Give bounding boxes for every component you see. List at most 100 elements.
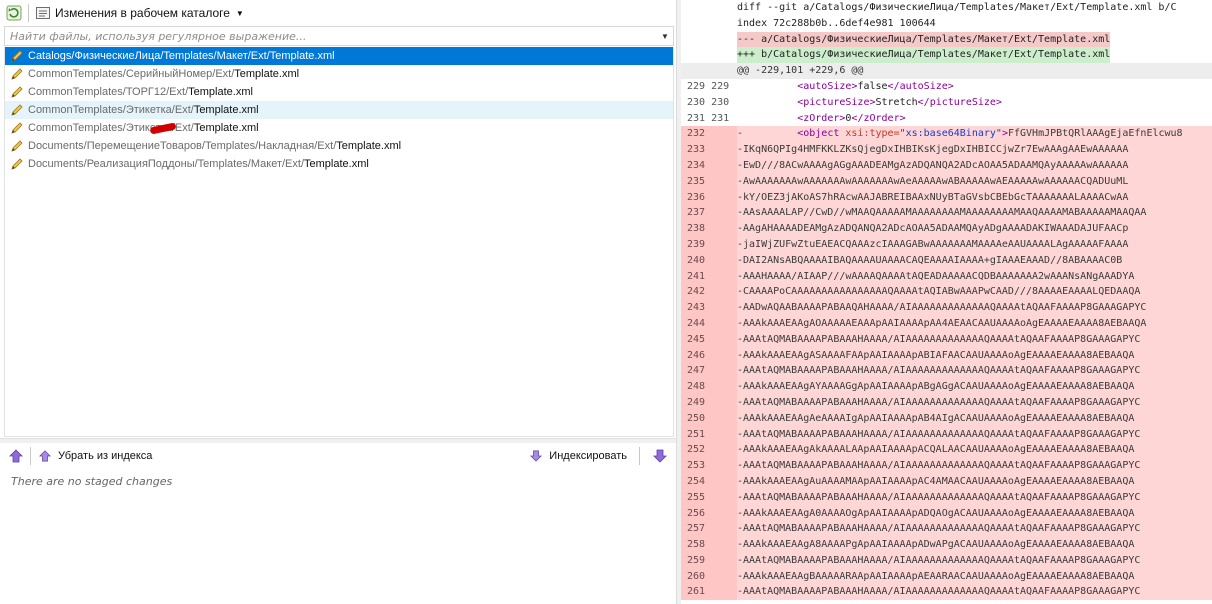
line-number: 256 — [681, 505, 737, 522]
deleted-line: 254 -AAAkAAAEAAgAuAAAAMAApAAIAAAApAC4AMAA… — [681, 473, 1212, 490]
deleted-line: 255 -AAAtAQMABAAAAPABAAAHAAAA/AIAAAAAAAAA… — [681, 489, 1212, 506]
deleted-code: -CAAAAPoCAAAAAAAAAAAAAAAAQAAAAtAQIABwAAA… — [737, 286, 1141, 298]
arrow-up-icon — [37, 448, 53, 464]
working-dir-icon — [35, 5, 51, 21]
line-number: 261 — [681, 584, 737, 601]
deleted-line: 241 -AAAHAAAA/AIAAP///wAAAAQAAAAtAQEADAAA… — [681, 268, 1212, 285]
changes-pane: Изменения в рабочем каталоге ▼ ▼ Catalog… — [0, 0, 676, 604]
filter-dropdown-icon[interactable]: ▼ — [657, 32, 673, 41]
stage-button[interactable]: Индексировать — [528, 448, 627, 464]
context-code: <zOrder>0</zOrder> — [797, 112, 906, 124]
unstage-label: Убрать из индекса — [58, 450, 153, 462]
unstage-all-icon[interactable] — [8, 448, 24, 464]
deleted-line: 251 -AAAtAQMABAAAAPABAAAHAAAA/AIAAAAAAAAA… — [681, 426, 1212, 443]
file-row[interactable]: Documents/ПеремещениеТоваров/Templates/Н… — [5, 137, 673, 155]
line-number: 233 — [681, 142, 737, 158]
deleted-line: 239 -jaIWjZUFwZtuEAEACQAAAzcIAAAGABwAAAAA… — [681, 236, 1212, 253]
stage-all-icon[interactable] — [652, 448, 668, 464]
deleted-code: -AADwAQAABAAAAPABAAQAHAAAA/AIAAAAAAAAAAA… — [737, 302, 1147, 314]
deleted-code: -AAAtAQMABAAAAPABAAAHAAAA/AIAAAAAAAAAAAA… — [737, 428, 1141, 440]
staged-file-list: There are no staged changes — [4, 470, 674, 604]
line-number: 250 — [681, 410, 737, 427]
file-name: Template.xml — [336, 140, 402, 152]
file-row[interactable]: CommonTemplates/ТОРГ12/Ext/Template.xml — [5, 83, 673, 101]
pencil-icon — [9, 138, 25, 154]
unstage-button[interactable]: Убрать из индекса — [37, 448, 152, 464]
diff-minus-file-line: --- a/Catalogs/ФизическиеЛица/Templates/… — [681, 31, 1212, 48]
toolbar-separator — [28, 4, 29, 22]
line-number: 239 — [681, 236, 737, 253]
unstaged-file-list: Catalogs/ФизическиеЛица/Templates/Макет/… — [4, 47, 674, 437]
diff-plus-file: +++ b/Catalogs/ФизическиеЛица/Templates/… — [737, 47, 1111, 64]
deleted-code: -AAAtAQMABAAAAPABAAAHAAAA/AIAAAAAAAAAAAA… — [737, 586, 1141, 598]
file-name: Template.xml — [193, 122, 259, 134]
deleted-code: -AAAtAQMABAAAAPABAAAHAAAA/AIAAAAAAAAAAAA… — [737, 460, 1141, 472]
deleted-code: -AAAkAAAEAAgAeAAAAIgApAAIAAAApAB4AIgACAA… — [737, 412, 1135, 424]
pencil-icon — [9, 66, 25, 82]
file-row[interactable]: CommonTemplates/Этикетка/Ext/Template.xm… — [5, 119, 673, 137]
staged-toolbar: Убрать из индекса Индексировать — [0, 444, 676, 468]
pencil-icon — [9, 120, 25, 136]
deleted-line: 249 -AAAtAQMABAAAAPABAAAHAAAA/AIAAAAAAAAA… — [681, 394, 1212, 411]
file-row[interactable]: Documents/РеализацияПоддоны/Templates/Ма… — [5, 155, 673, 173]
deleted-line: 257 -AAAtAQMABAAAAPABAAAHAAAA/AIAAAAAAAAA… — [681, 521, 1212, 538]
deleted-line: 245 -AAAtAQMABAAAAPABAAAHAAAA/AIAAAAAAAAA… — [681, 331, 1212, 348]
deleted-line: 240 -DAI2ANsABQAAAAIBAQAAAAUAAAACAQEAAAAI… — [681, 252, 1212, 269]
deleted-code: -AAAkAAAEAAgASAAAAFAApAAIAAAApABIAFAACAA… — [737, 349, 1135, 361]
context-code: <autoSize>false</autoSize> — [797, 80, 954, 92]
deleted-line: 258 -AAAkAAAEAAgA8AAAAPgApAAIAAAApADwAPgA… — [681, 537, 1212, 553]
hunk-text: @@ -229,101 +229,6 @@ — [737, 65, 864, 77]
changes-toolbar: Изменения в рабочем каталоге ▼ — [0, 0, 676, 26]
deleted-code: -kY/OEZ3jAKoAS7hRAcwAAJABREIBAAxNUyBTaGV… — [737, 191, 1129, 203]
line-number: 241 — [681, 268, 737, 285]
line-numbers: 231 231 — [687, 112, 730, 124]
diff-index-text: index 72c288b0b..6def4e981 100644 — [737, 17, 936, 29]
deleted-line: 246 -AAAkAAAEAAgASAAAAFAApAAIAAAApABIAFAA… — [681, 347, 1212, 364]
line-number: 260 — [681, 568, 737, 585]
file-filter-input[interactable] — [5, 27, 657, 45]
line-number: 259 — [681, 552, 737, 569]
file-row[interactable]: CommonTemplates/Этикетка/Ext/Template.xm… — [5, 101, 673, 119]
file-row[interactable]: Catalogs/ФизическиеЛица/Templates/Макет/… — [5, 47, 673, 65]
deleted-line: 236 -kY/OEZ3jAKoAS7hRAcwAAJABREIBAAxNUyBT… — [681, 189, 1212, 206]
deleted-line: 252 -AAAkAAAEAAgAkAAAALAApAAIAAAApACQALAA… — [681, 442, 1212, 459]
file-row[interactable]: CommonTemplates/СерийныйНомер/Ext/Templa… — [5, 65, 673, 83]
line-number: 240 — [681, 252, 737, 269]
deleted-code: -AAsAAAALAP//CwD//wMAAQAAAAAMAAAAAAAAMAA… — [737, 207, 1147, 219]
line-number: 238 — [681, 221, 737, 237]
deleted-line: 237 -AAsAAAALAP//CwD//wMAAQAAAAAMAAAAAAAA… — [681, 205, 1212, 222]
line-numbers: 230 230 — [687, 96, 730, 108]
chevron-down-icon: ▼ — [235, 8, 244, 18]
deleted-line: 234 -EwD///8ACwAAAAgAGgAAADEAMgAzADQANQA2… — [681, 157, 1212, 174]
deleted-code: -AAgAHAAAADEAMgAzADQANQA2ADcAOAA5ADAAMQA… — [737, 223, 1129, 235]
context-code: <pictureSize>Stretch</pictureSize> — [797, 96, 1002, 108]
diff-header-line: diff --git a/Catalogs/ФизическиеЛица/Tem… — [681, 0, 1212, 16]
toolbar-separator — [30, 447, 31, 465]
line-number: 253 — [681, 458, 737, 474]
deleted-lines: 233 -IKqN6QPIg4HMFKKLZKsQjegDxIHBIKsKjegD… — [681, 142, 1212, 601]
refresh-icon[interactable] — [6, 5, 22, 21]
deleted-line: 260 -AAAkAAAEAAgBAAAAARAApAAIAAAApAEAARAA… — [681, 568, 1212, 585]
deleted-code: -EwD///8ACwAAAAgAGgAAADEAMgAzADQANQA2ADc… — [737, 159, 1129, 171]
deleted-line: 247 -AAAtAQMABAAAAPABAAAHAAAA/AIAAAAAAAAA… — [681, 363, 1212, 380]
deleted-line: 250 -AAAkAAAEAAgAeAAAAIgApAAIAAAApAB4AIgA… — [681, 410, 1212, 427]
deleted-code: -AAAkAAAEAAgAYAAAAGgApAAIAAAApABgAGgACAA… — [737, 381, 1135, 393]
deleted-code: -IKqN6QPIg4HMFKKLZKsQjegDxIHBIKsKjegDxIH… — [737, 144, 1129, 156]
context-line: 230 230 <pictureSize>Stretch</pictureSiz… — [681, 95, 1212, 111]
diff-header-line: index 72c288b0b..6def4e981 100644 — [681, 16, 1212, 32]
file-path: CommonTemplates/ТОРГ12/Ext/ — [28, 86, 189, 98]
deleted-code: -AAAtAQMABAAAAPABAAAHAAAA/AIAAAAAAAAAAAA… — [737, 491, 1141, 503]
diff-plus-file-line: +++ b/Catalogs/ФизическиеЛица/Templates/… — [681, 47, 1212, 64]
deleted-line: 248 -AAAkAAAEAAgAYAAAAGgApAAIAAAApABgAGgA… — [681, 379, 1212, 395]
view-mode-dropdown[interactable]: Изменения в рабочем каталоге ▼ — [35, 5, 244, 21]
pencil-icon — [9, 48, 25, 64]
file-path: CommonTemplates/Этикетка/Ext/ — [28, 104, 194, 116]
line-number: 245 — [681, 331, 737, 348]
toolbar-separator — [639, 447, 640, 465]
pane-splitter[interactable] — [0, 438, 676, 443]
deleted-line: 259 -AAAtAQMABAAAAPABAAAHAAAA/AIAAAAAAAAA… — [681, 552, 1212, 569]
deleted-code: -AAAkAAAEAAgAkAAAALAApAAIAAAApACQALAACAA… — [737, 444, 1135, 456]
deleted-code: -AAAtAQMABAAAAPABAAAHAAAA/AIAAAAAAAAAAAA… — [737, 554, 1141, 566]
line-gutter — [681, 0, 737, 16]
diff-hunk-header: @@ -229,101 +229,6 @@ — [681, 63, 1212, 79]
